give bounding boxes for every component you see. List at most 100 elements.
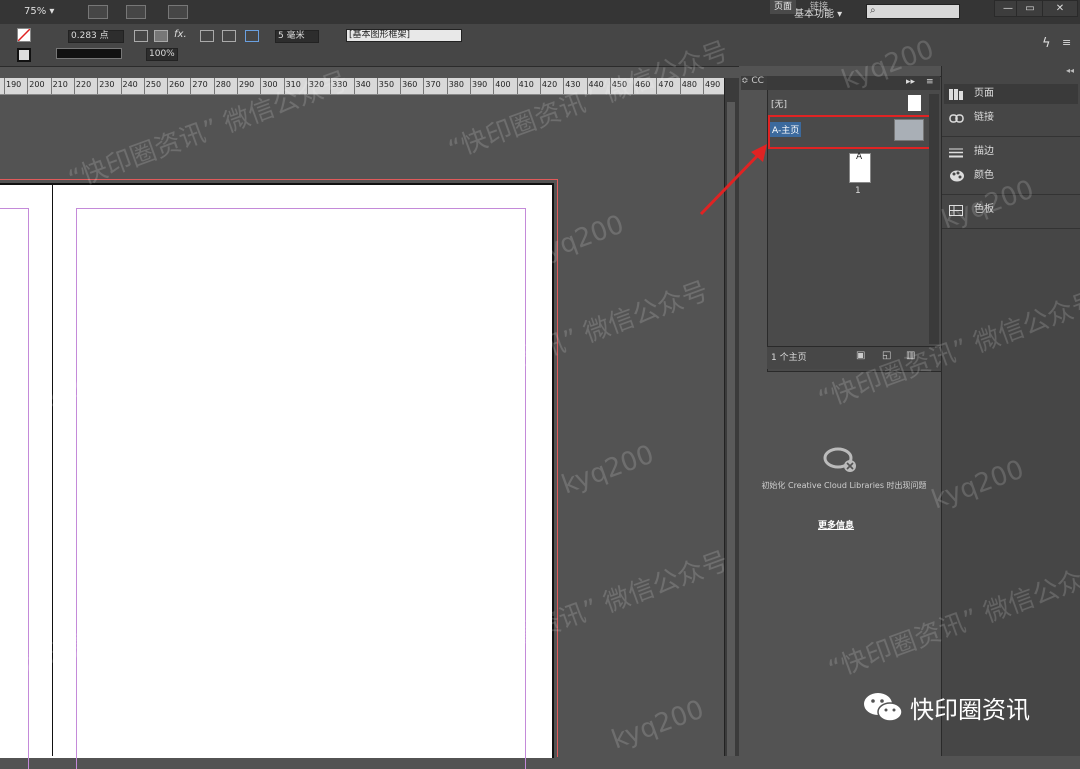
ruler-tick-label: 370: [425, 80, 441, 89]
align-icon[interactable]: [200, 30, 214, 42]
dock-item-pages[interactable]: 页面: [944, 84, 1078, 104]
libraries-error-message: 初始化 Creative Cloud Libraries 时出现问题: [761, 481, 927, 490]
horizontal-ruler: 190 200 210 220 230 240 250 260 270 280 290 300 310 3…: [0, 78, 726, 95]
application-bar: 75% ▾ 基本功能 ▾ ⌕ — ▭ ✕: [0, 0, 1080, 25]
dock-item-stroke[interactable]: 描边: [944, 142, 1078, 162]
dock-label-links: 链接: [974, 112, 994, 123]
ruler-tick-label: 450: [611, 80, 628, 89]
cc-libraries-tab[interactable]: ≎ CC: [741, 76, 767, 90]
page-size-icon[interactable]: ▣: [856, 350, 865, 361]
ruler-tick-label: 320: [308, 80, 325, 89]
arrange-documents-icon[interactable]: [168, 5, 188, 19]
ruler-tick-label: 250: [145, 80, 162, 89]
ruler-tick-label: 210: [52, 80, 68, 89]
view-options-icon[interactable]: [88, 5, 108, 19]
dock-collapse-icon[interactable]: ◂◂: [1066, 66, 1074, 75]
restore-button[interactable]: ▭: [1016, 0, 1044, 17]
none-master-thumbnail: [908, 95, 921, 111]
ruler-tick-line: [516, 78, 518, 94]
tab-links[interactable]: 链接: [806, 0, 832, 14]
cc-error-icon: [823, 447, 856, 472]
ruler-tick-line: [539, 78, 541, 94]
ruler-tick-label: 310: [285, 80, 301, 89]
dock-separator: [942, 228, 1080, 229]
ruler-tick-line: [237, 78, 238, 94]
object-style-select[interactable]: [基本图形框架]: [346, 29, 462, 42]
ruler-tick-line: [97, 78, 99, 94]
fill-swatch-icon[interactable]: [17, 28, 31, 42]
annotation-arrow: [699, 144, 767, 216]
ruler-tick-line: [167, 78, 169, 94]
screen-mode-icon[interactable]: [126, 5, 146, 19]
ruler-tick-label: 430: [565, 80, 581, 89]
stroke-type-select[interactable]: [56, 48, 122, 59]
master-applied-icon: A: [856, 152, 863, 162]
ruler-tick-line: [656, 78, 658, 94]
ruler-tick-line: [283, 78, 285, 94]
ruler-tick-line: [703, 78, 704, 94]
page-1-thumbnail[interactable]: A: [849, 152, 871, 183]
ruler-tick-line: [73, 78, 75, 94]
ruler-tick-label: 420: [541, 80, 558, 89]
ruler-tick-line: [27, 78, 29, 94]
dock-separator: [942, 194, 1080, 195]
gap-field[interactable]: 5 毫米: [275, 30, 319, 43]
brand-watermark: 快印圈资讯: [910, 696, 1030, 724]
zoom-select[interactable]: 75% ▾: [24, 6, 54, 17]
ruler-tick-line: [446, 78, 448, 94]
ruler-tick-label: 350: [378, 80, 395, 89]
ruler-tick-line: [586, 78, 588, 94]
swatches-icon: [949, 204, 963, 216]
ruler-tick-line: [376, 78, 378, 94]
ruler-tick-label: 410: [518, 80, 534, 89]
ruler-tick-label: 400: [495, 80, 511, 89]
ruler-tick-line: [143, 78, 145, 94]
dock-label-color: 颜色: [974, 170, 994, 181]
new-page-icon[interactable]: ◱: [882, 350, 891, 361]
search-input[interactable]: ⌕: [866, 4, 960, 19]
pages-icon: [949, 88, 963, 100]
panel-collapse-icon[interactable]: ▸▸: [906, 77, 915, 87]
distribute-icon[interactable]: [222, 30, 236, 42]
ruler-tick-label: 390: [472, 80, 488, 89]
dock-item-links[interactable]: 链接: [944, 108, 1078, 128]
close-button[interactable]: ✕: [1042, 0, 1078, 17]
ruler-tick-label: 240: [122, 80, 138, 89]
opacity-field[interactable]: 100%: [146, 48, 178, 61]
stroke-icon: [949, 146, 963, 158]
ruler-tick-label: 480: [681, 80, 697, 89]
pages-panel-scrollbar[interactable]: [929, 94, 939, 344]
dock-label-swatches: 色板: [974, 204, 994, 215]
stroke-swatch-icon[interactable]: [17, 48, 31, 62]
tab-pages[interactable]: 页面: [770, 0, 797, 14]
ruler-tick-line: [609, 78, 611, 94]
none-master-row[interactable]: [无]: [768, 94, 928, 112]
ruler-tick-line: [679, 78, 681, 94]
right-page-margin: [76, 208, 526, 769]
dock-label-pages: 页面: [974, 88, 994, 99]
dock-item-swatches[interactable]: 色板: [944, 200, 1078, 220]
search-icon: ⌕: [870, 5, 876, 16]
master-count: 1 个主页: [771, 353, 807, 363]
ruler-tick-label: 190: [6, 80, 22, 89]
wechat-icon: [864, 693, 903, 722]
more-info-link[interactable]: 更多信息: [818, 518, 854, 531]
fit-frame-icon[interactable]: [245, 30, 259, 42]
panel-menu-icon[interactable]: ≡: [1062, 36, 1071, 49]
ruler-tick-line: [120, 78, 122, 94]
frame-icon[interactable]: [134, 30, 148, 42]
ruler-tick-line: [330, 78, 332, 94]
dock-label-stroke: 描边: [974, 146, 994, 157]
highlight-box: [768, 115, 933, 149]
ruler-tick-line: [470, 78, 471, 94]
panel-menu-icon[interactable]: ≡: [926, 77, 934, 87]
effects-icon[interactable]: fx.: [174, 29, 187, 40]
stroke-weight-field[interactable]: 0.283 点: [68, 30, 124, 43]
ruler-tick-label: 300: [262, 80, 278, 89]
dock-item-color[interactable]: 颜色: [944, 166, 1078, 186]
lightning-icon[interactable]: ϟ: [1042, 36, 1051, 51]
shadow-icon[interactable]: [154, 30, 168, 42]
delete-page-icon[interactable]: ▥: [906, 350, 915, 361]
control-bar: 0.283 点 fx. 100% 5 毫米 [基本图形框架] ϟ ≡: [0, 24, 1080, 67]
ruler-tick-label: 470: [658, 80, 674, 89]
